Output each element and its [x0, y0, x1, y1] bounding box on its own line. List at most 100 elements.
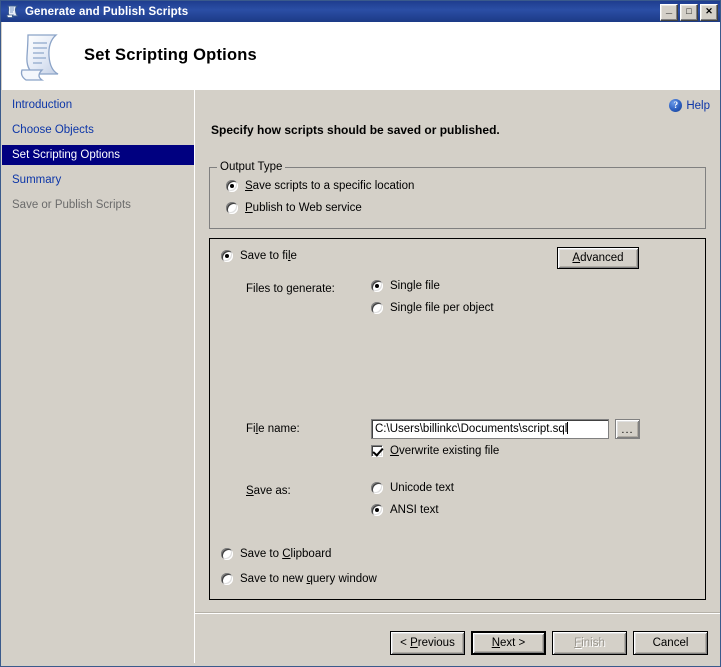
maximize-icon: □ — [686, 6, 692, 16]
button-label: < — [400, 637, 411, 649]
label-text: Save to new — [240, 573, 307, 585]
radio-indicator — [221, 250, 233, 262]
button-label: dvanced — [580, 252, 624, 264]
label-text: lipboard — [290, 548, 332, 560]
radio-indicator — [371, 280, 383, 292]
radio-label: Save to file — [240, 250, 297, 262]
label-text: ave as: — [253, 485, 291, 497]
label-text: Save to fi — [240, 250, 288, 262]
label-text: ave scripts to a specific location — [252, 180, 415, 192]
maximize-button[interactable]: □ — [680, 4, 698, 21]
radio-publish-to-web-service[interactable]: Publish to Web service — [226, 202, 362, 214]
sidebar-item-choose-objects[interactable]: Choose Objects — [2, 120, 194, 140]
radio-label: Save to new query window — [240, 573, 377, 585]
accelerator-letter: A — [572, 252, 581, 264]
button-label: revious — [417, 637, 455, 649]
output-type-groupbox: Output Type Save scripts to a specific l… — [209, 161, 706, 229]
radio-save-to-file[interactable]: Save to file — [221, 250, 297, 262]
window-controls: _ □ ✕ — [660, 4, 718, 21]
label-text: ublish to Web service — [252, 202, 362, 214]
page-title: Set Scripting Options — [84, 46, 257, 64]
radio-single-file[interactable]: Single file — [371, 280, 440, 292]
accelerator-letter: P — [410, 637, 418, 649]
page-header: Set Scripting Options — [2, 22, 720, 89]
file-name-value: C:\Users\billinkc\Documents\script.sql — [375, 423, 568, 435]
help-question-icon: ? — [669, 99, 683, 112]
cancel-button[interactable]: Cancel — [633, 631, 708, 655]
advanced-button[interactable]: Advanced — [557, 247, 639, 269]
button-label: ext > — [500, 637, 526, 649]
accelerator-letter: P — [245, 202, 253, 214]
window-title: Generate and Publish Scripts — [25, 5, 189, 18]
save-as-label: Save as: — [246, 485, 291, 497]
accelerator-letter: S — [246, 485, 254, 497]
radio-label: Unicode text — [390, 482, 454, 494]
radio-indicator — [221, 573, 233, 585]
accelerator-letter: N — [491, 637, 501, 649]
close-icon: ✕ — [705, 6, 713, 16]
accelerator-letter: C — [282, 548, 291, 560]
window-script-icon — [5, 4, 20, 19]
files-to-generate-label: Files to generate: — [246, 283, 335, 295]
label-text: e name: — [258, 423, 300, 435]
help-link[interactable]: ? Help — [669, 99, 710, 112]
radio-single-file-per-object[interactable]: Single file per object — [371, 302, 494, 314]
accelerator-letter: O — [390, 445, 399, 457]
radio-save-to-new-query-window[interactable]: Save to new query window — [221, 573, 377, 585]
radio-indicator — [371, 302, 383, 314]
save-options-panel: Save to file Advanced Files to generate:… — [209, 238, 706, 600]
label-text: uery window — [312, 573, 377, 585]
instruction-text: Specify how scripts should be saved or p… — [211, 123, 500, 137]
minimize-icon: _ — [665, 3, 673, 15]
sidebar-item-summary[interactable]: Summary — [2, 170, 194, 190]
radio-indicator — [226, 180, 238, 192]
file-name-label: File name: — [246, 423, 300, 435]
generate-and-publish-scripts-window: Generate and Publish Scripts _ □ ✕ Set S… — [0, 0, 721, 667]
main-content-panel: ? Help Specify how scripts should be sav… — [195, 89, 720, 666]
text-caret — [567, 422, 569, 434]
minimize-button[interactable]: _ — [660, 4, 678, 21]
label-text: Save to — [240, 548, 283, 560]
wizard-navigation-sidebar: Introduction Choose Objects Set Scriptin… — [2, 89, 194, 666]
radio-label: Single file — [390, 280, 440, 292]
sidebar-item-set-scripting-options[interactable]: Set Scripting Options — [2, 145, 194, 165]
label-text: Fi — [246, 423, 256, 435]
radio-label: Publish to Web service — [245, 202, 362, 214]
radio-label: Save scripts to a specific location — [245, 180, 414, 192]
status-bar — [2, 663, 720, 666]
button-label: inish — [581, 637, 605, 649]
next-button[interactable]: Next > — [471, 631, 546, 655]
radio-indicator — [221, 548, 233, 560]
radio-save-to-clipboard[interactable]: Save to Clipboard — [221, 548, 331, 560]
accelerator-letter: S — [245, 180, 253, 192]
radio-label: Single file per object — [390, 302, 494, 314]
label-text: verwrite existing file — [398, 445, 500, 457]
ellipsis-icon: ... — [621, 424, 634, 436]
label-text: e — [290, 250, 297, 262]
footer-separator — [195, 612, 720, 614]
radio-ansi-text[interactable]: ANSI text — [371, 504, 439, 516]
help-label: Help — [686, 99, 710, 112]
close-button[interactable]: ✕ — [700, 4, 718, 21]
output-type-legend: Output Type — [217, 161, 286, 173]
finish-button: Finish — [552, 631, 627, 655]
previous-button[interactable]: < Previous — [390, 631, 465, 655]
checkbox-overwrite-existing-file[interactable]: Overwrite existing file — [371, 445, 499, 457]
browse-file-button[interactable]: ... — [615, 419, 640, 439]
title-bar: Generate and Publish Scripts _ □ ✕ — [1, 1, 720, 22]
wizard-button-bar: < Previous Next > Finish Cancel — [1, 631, 720, 657]
radio-indicator — [371, 482, 383, 494]
radio-indicator — [371, 504, 383, 516]
radio-label: ANSI text — [390, 504, 439, 516]
radio-indicator — [226, 202, 238, 214]
button-label: Cancel — [652, 637, 689, 649]
checkbox-indicator — [371, 445, 383, 457]
radio-unicode-text[interactable]: Unicode text — [371, 482, 454, 494]
radio-save-scripts-to-location[interactable]: Save scripts to a specific location — [226, 180, 414, 192]
checkbox-label: Overwrite existing file — [390, 445, 499, 457]
sidebar-item-introduction[interactable]: Introduction — [2, 95, 194, 115]
sidebar-item-save-or-publish-scripts: Save or Publish Scripts — [12, 199, 131, 211]
header-script-icon — [16, 30, 66, 82]
radio-label: Save to Clipboard — [240, 548, 331, 560]
file-name-input[interactable]: C:\Users\billinkc\Documents\script.sql — [371, 419, 609, 439]
